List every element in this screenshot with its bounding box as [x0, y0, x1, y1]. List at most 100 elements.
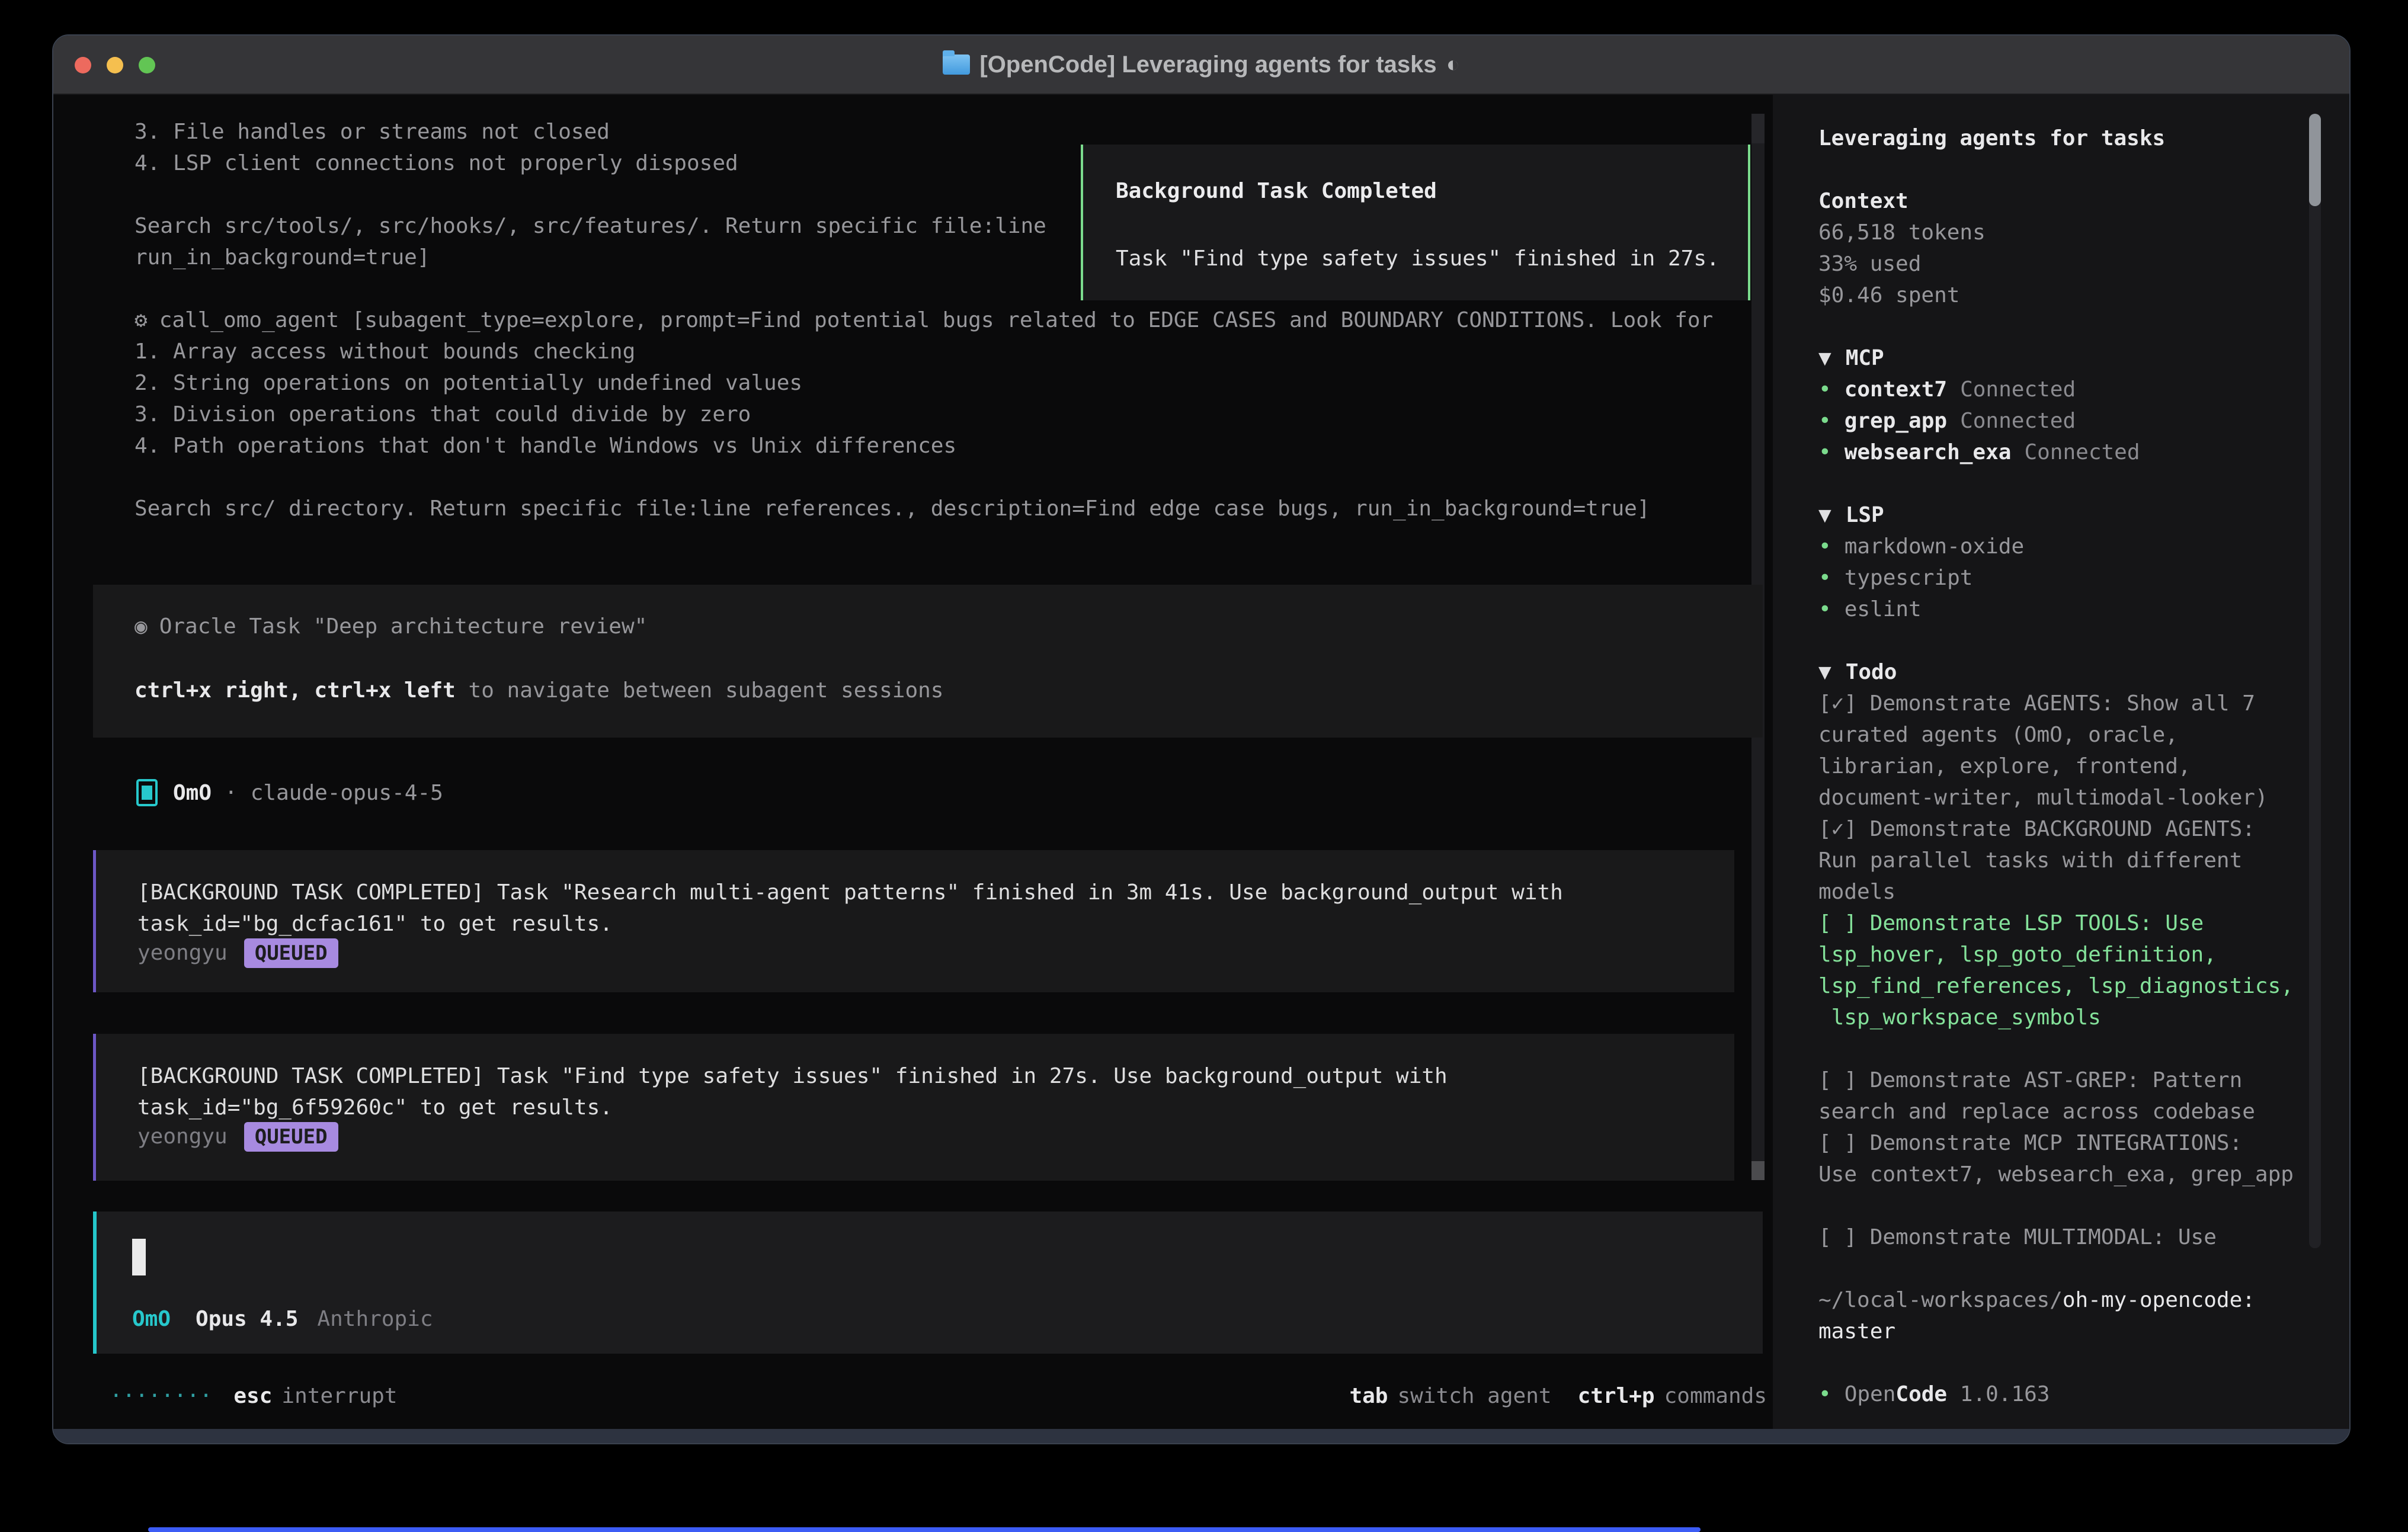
- context-tokens: 66,518 tokens: [1818, 217, 2294, 248]
- task-message-meta: yeongyu QUEUED: [137, 1121, 338, 1152]
- input-meta-row: OmO Opus 4.5 Anthropic: [132, 1303, 433, 1335]
- oracle-task-title-row: ◉Oracle Task "Deep architecture review": [135, 611, 647, 642]
- esc-key-hint: esc: [233, 1380, 272, 1412]
- input-model-name: Opus 4.5: [196, 1303, 298, 1335]
- collapse-triangle-icon: ▼: [1818, 660, 1831, 684]
- background-task-notification: Background Task Completed Task "Find typ…: [1081, 145, 1750, 300]
- todo-item-active: lsp_hover, lsp_goto_definition,: [1818, 939, 2294, 970]
- traffic-lights: [75, 36, 155, 95]
- bullet-dot-icon: •: [1818, 1382, 1831, 1406]
- workspace-prefix: ~/local-workspaces/: [1818, 1288, 2063, 1312]
- mcp-section-header[interactable]: ▼MCP: [1818, 342, 2294, 374]
- todo-item-done: [✓] Demonstrate AGENTS: Show all 7: [1818, 688, 2294, 719]
- bullet-dot-icon: •: [1818, 440, 1831, 464]
- todo-item-done: librarian, explore, frontend,: [1818, 751, 2294, 782]
- zoom-button[interactable]: [139, 57, 155, 73]
- task-message-line: task_id="bg_6f59260c" to get results.: [137, 1092, 613, 1123]
- spinner-dots-icon: ········: [110, 1380, 212, 1412]
- esc-key-label: interrupt: [281, 1380, 397, 1412]
- tool-call-line: ⚙ call_omo_agent [subagent_type=explore, …: [135, 305, 1713, 336]
- prompt-input[interactable]: OmO Opus 4.5 Anthropic: [93, 1212, 1763, 1354]
- mcp-item: •grep_appConnected: [1818, 405, 2294, 437]
- task-message-line: [BACKGROUND TASK COMPLETED] Task "Resear…: [137, 877, 1563, 908]
- status-bar: ········ esc interrupt tab switch agent …: [53, 1380, 1773, 1412]
- collapse-triangle-icon: ▼: [1818, 503, 1831, 527]
- omo-agent-icon: [136, 779, 158, 806]
- context-header: Context: [1818, 185, 2294, 217]
- oracle-task-hint: ctrl+x right, ctrl+x left to navigate be…: [135, 675, 943, 706]
- task-message-line: task_id="bg_dcfac161" to get results.: [137, 908, 613, 940]
- separator-dot: ·: [225, 777, 238, 809]
- input-agent-name: OmO: [132, 1303, 171, 1335]
- window-title-group: [OpenCode] Leveraging agents for tasks ◐: [943, 52, 1459, 78]
- mcp-item: •context7Connected: [1818, 374, 2294, 405]
- bullet-dot-icon: •: [1818, 409, 1831, 433]
- todo-item-pending: [ ] Demonstrate AST-GREP: Pattern: [1818, 1065, 2294, 1096]
- mcp-item-status: Connected: [1960, 377, 2076, 402]
- oracle-task-box: ◉Oracle Task "Deep architecture review" …: [93, 585, 1763, 738]
- workspace-repo: oh-my-opencode:: [2063, 1288, 2255, 1312]
- collapse-triangle-icon: ▼: [1818, 346, 1831, 370]
- titlebar[interactable]: [OpenCode] Leveraging agents for tasks ◐: [53, 36, 2349, 95]
- mcp-item-status: Connected: [1960, 409, 2076, 433]
- background-task-message-2: [BACKGROUND TASK COMPLETED] Task "Find t…: [93, 1034, 1734, 1181]
- workspace-path: ~/local-workspaces/oh-my-opencode:: [1818, 1284, 2294, 1316]
- ctrlp-key-label: commands: [1664, 1380, 1767, 1412]
- task-message-meta: yeongyu QUEUED: [137, 937, 338, 969]
- close-button[interactable]: [75, 57, 91, 73]
- agent-name: OmO: [173, 777, 212, 809]
- bullet-dot-icon: •: [1818, 534, 1831, 559]
- todo-item-done: document-writer, multimodal-looker): [1818, 782, 2294, 813]
- hint-keys: ctrl+x right, ctrl+x left: [135, 678, 456, 703]
- todo-item-pending: [ ] Demonstrate MULTIMODAL: Use: [1818, 1222, 2294, 1253]
- todo-item-active: lsp_find_references, lsp_diagnostics,: [1818, 970, 2294, 1002]
- mcp-item: • websearch_exa Connected: [1818, 437, 2294, 468]
- bullet-dot-icon: •: [1818, 566, 1831, 590]
- transcript-line: 3. Division operations that could divide…: [135, 399, 1713, 430]
- folder-icon: [943, 55, 970, 75]
- tool-call-text: call_omo_agent [subagent_type=explore, p…: [159, 308, 1714, 332]
- lsp-item-name: eslint: [1845, 597, 1922, 621]
- window-title: [OpenCode] Leveraging agents for tasks: [979, 52, 1436, 78]
- todo-item-pending: search and replace across codebase: [1818, 1096, 2294, 1127]
- todo-item-active: lsp_workspace_symbols: [1818, 1002, 2294, 1033]
- chat-scrollbar-thumb[interactable]: [1751, 1161, 1765, 1180]
- status-left-group: ········ esc interrupt: [110, 1380, 398, 1412]
- context-used: 33% used: [1818, 248, 2294, 280]
- lsp-item: • markdown-oxide: [1818, 531, 2294, 562]
- mcp-item-status: Connected: [2024, 440, 2140, 464]
- todo-item-done: models: [1818, 876, 2294, 908]
- todo-item-done: Run parallel tasks with different: [1818, 845, 2294, 876]
- version-number: 1.0.163: [1947, 1382, 2050, 1406]
- brand-code: Code: [1895, 1382, 1947, 1406]
- todo-item-active: [ ] Demonstrate LSP TOOLS: Use: [1818, 908, 2294, 939]
- queued-status-badge: QUEUED: [244, 938, 338, 968]
- input-provider-name: Anthropic: [317, 1303, 433, 1335]
- mcp-item-name: websearch_exa: [1845, 440, 2012, 464]
- opencode-version-row: • OpenCode 1.0.163: [1818, 1379, 2294, 1410]
- sidebar-scrollbar-track[interactable]: [2309, 114, 2321, 1248]
- task-author: yeongyu: [137, 937, 228, 969]
- brand-open: Open: [1845, 1382, 1896, 1406]
- lsp-item-name: markdown-oxide: [1845, 534, 2024, 559]
- todo-item-done: curated agents (OmO, oracle,: [1818, 719, 2294, 751]
- session-half-circle-icon: ◐: [1446, 52, 1460, 78]
- transcript-line: 4. Path operations that don't handle Win…: [135, 430, 1713, 461]
- transcript-line: 2. String operations on potentially unde…: [135, 367, 1713, 399]
- session-title: Leveraging agents for tasks: [1818, 123, 2294, 154]
- terminal-window: [OpenCode] Leveraging agents for tasks ◐…: [52, 34, 2351, 1444]
- tab-key-label: switch agent: [1397, 1380, 1551, 1412]
- sidebar-scrollbar-thumb[interactable]: [2309, 114, 2321, 206]
- todo-item-done: [✓] Demonstrate BACKGROUND AGENTS:: [1818, 813, 2294, 845]
- todo-section-header[interactable]: ▼Todo: [1818, 656, 2294, 688]
- task-author: yeongyu: [137, 1121, 228, 1152]
- gear-icon: ⚙: [135, 308, 148, 332]
- lsp-section-header[interactable]: ▼LSP: [1818, 499, 2294, 531]
- window-bottom-edge: [53, 1429, 2349, 1443]
- agent-session-header: OmO · claude-opus-4-5: [136, 776, 443, 809]
- tab-key-hint: tab: [1349, 1380, 1388, 1412]
- background-task-message-1: [BACKGROUND TASK COMPLETED] Task "Resear…: [93, 850, 1734, 992]
- dock-indicator-bar: [148, 1527, 1701, 1532]
- todo-item-pending: [ ] Demonstrate MCP INTEGRATIONS:: [1818, 1127, 2294, 1159]
- minimize-button[interactable]: [107, 57, 123, 73]
